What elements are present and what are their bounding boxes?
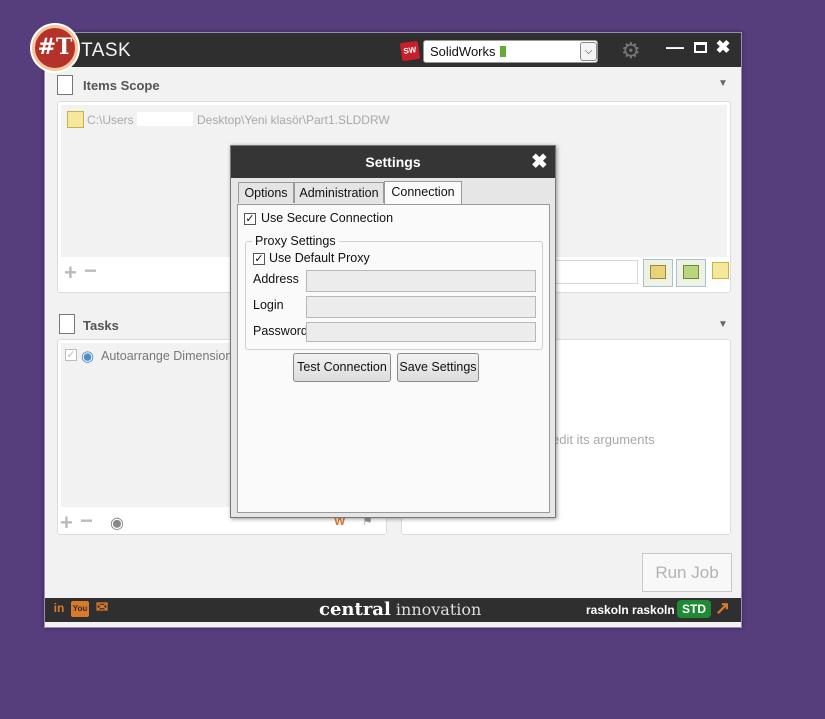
drawing-file-icon [67, 111, 84, 128]
close-button[interactable]: ✖ [713, 37, 733, 59]
settings-dialog: Settings ✖ Options Administration Connec… [230, 145, 556, 518]
app-title: TASK [81, 40, 132, 61]
add-part-button[interactable] [643, 259, 673, 287]
task-checkbox[interactable]: ✓ [65, 349, 77, 361]
chevron-down-icon[interactable]: ⌵ [580, 42, 597, 61]
filter-input[interactable] [554, 260, 638, 284]
default-proxy-label: Use Default Proxy [269, 251, 370, 265]
globe-icon: ◉ [81, 348, 95, 365]
address-label: Address [253, 272, 299, 286]
test-connection-button[interactable]: Test Connection [293, 353, 391, 382]
license-book-icon [499, 46, 506, 57]
minimize-button[interactable]: — [665, 37, 685, 59]
save-settings-button[interactable]: Save Settings [397, 353, 479, 382]
cad-application-select[interactable]: SolidWorks [423, 40, 598, 63]
drawing-icon [712, 262, 729, 279]
address-field[interactable] [306, 270, 536, 292]
close-icon[interactable]: ✖ [531, 149, 548, 174]
linkedin-icon[interactable]: in [51, 601, 67, 617]
remove-task-icon[interactable]: − [80, 510, 93, 532]
central-innovation-logo: central innovation [319, 599, 481, 620]
password-field[interactable] [306, 322, 536, 342]
items-scope-heading: Items Scope [83, 78, 160, 93]
collapse-arrow-icon[interactable]: ▼ [718, 319, 728, 330]
solidworks-icon: SW [399, 40, 421, 62]
collapse-arrow-icon[interactable]: ▼ [718, 78, 728, 89]
proxy-settings-group: Proxy Settings ✓ Use Default Proxy Addre… [245, 234, 543, 350]
redacted-username [137, 112, 193, 126]
tab-administration[interactable]: Administration [294, 182, 384, 203]
file-path-suffix: Desktop\Yeni klasör\Part1.SLDDRW [197, 113, 390, 127]
license-badge: STD [677, 600, 711, 618]
upgrade-arrow-icon[interactable]: ↗ [715, 598, 730, 619]
proxy-settings-legend: Proxy Settings [252, 234, 339, 248]
document-icon [57, 75, 73, 95]
brand-text-a: ce [319, 599, 342, 620]
footer-bar: in You ✉ central innovation raskoln rask… [45, 598, 741, 622]
default-proxy-checkbox[interactable]: ✓ [253, 253, 265, 265]
clipboard-icon [59, 314, 75, 334]
task-label: Autoarrange Dimensions [101, 349, 239, 363]
connection-tab-panel: ✓ Use Secure Connection Proxy Settings ✓… [237, 204, 550, 513]
user-name: raskoln raskoln [586, 603, 675, 617]
task-logo: #T [32, 25, 78, 71]
login-label: Login [253, 298, 284, 312]
title-bar: TASK SW SolidWorks ⌵ ⚙ — ✖ [45, 33, 741, 67]
remove-item-icon[interactable]: − [84, 260, 97, 282]
maximize-button[interactable] [690, 37, 710, 59]
add-assembly-button[interactable] [676, 259, 706, 287]
add-task-icon[interactable]: + [60, 512, 73, 534]
secure-connection-checkbox[interactable]: ✓ [244, 213, 256, 225]
list-item[interactable]: C:\Users Desktop\Yeni klasör\Part1.SLDDR… [67, 111, 707, 129]
youtube-icon[interactable]: You [71, 601, 89, 617]
add-item-icon[interactable]: + [64, 262, 77, 284]
tasks-heading: Tasks [83, 318, 119, 333]
cad-application-value: SolidWorks [430, 44, 496, 59]
file-path-prefix: C:\Users [87, 113, 134, 127]
web-task-icon[interactable]: ◉ [110, 513, 124, 533]
run-job-button[interactable]: Run Job [642, 553, 732, 592]
mail-icon[interactable]: ✉ [93, 600, 111, 617]
tab-options[interactable]: Options [238, 182, 294, 203]
secure-connection-label: Use Secure Connection [261, 211, 394, 225]
gear-icon[interactable]: ⚙ [621, 38, 641, 64]
tab-connection[interactable]: Connection [384, 181, 462, 204]
arguments-hint: edit its arguments [552, 432, 655, 447]
add-drawing-button[interactable] [712, 262, 729, 279]
settings-title: Settings [231, 146, 555, 178]
brand-text-b: ntral [341, 599, 391, 620]
login-field[interactable] [306, 296, 536, 318]
brand-text-c: innovation [390, 600, 482, 619]
password-label: Password [253, 324, 308, 338]
